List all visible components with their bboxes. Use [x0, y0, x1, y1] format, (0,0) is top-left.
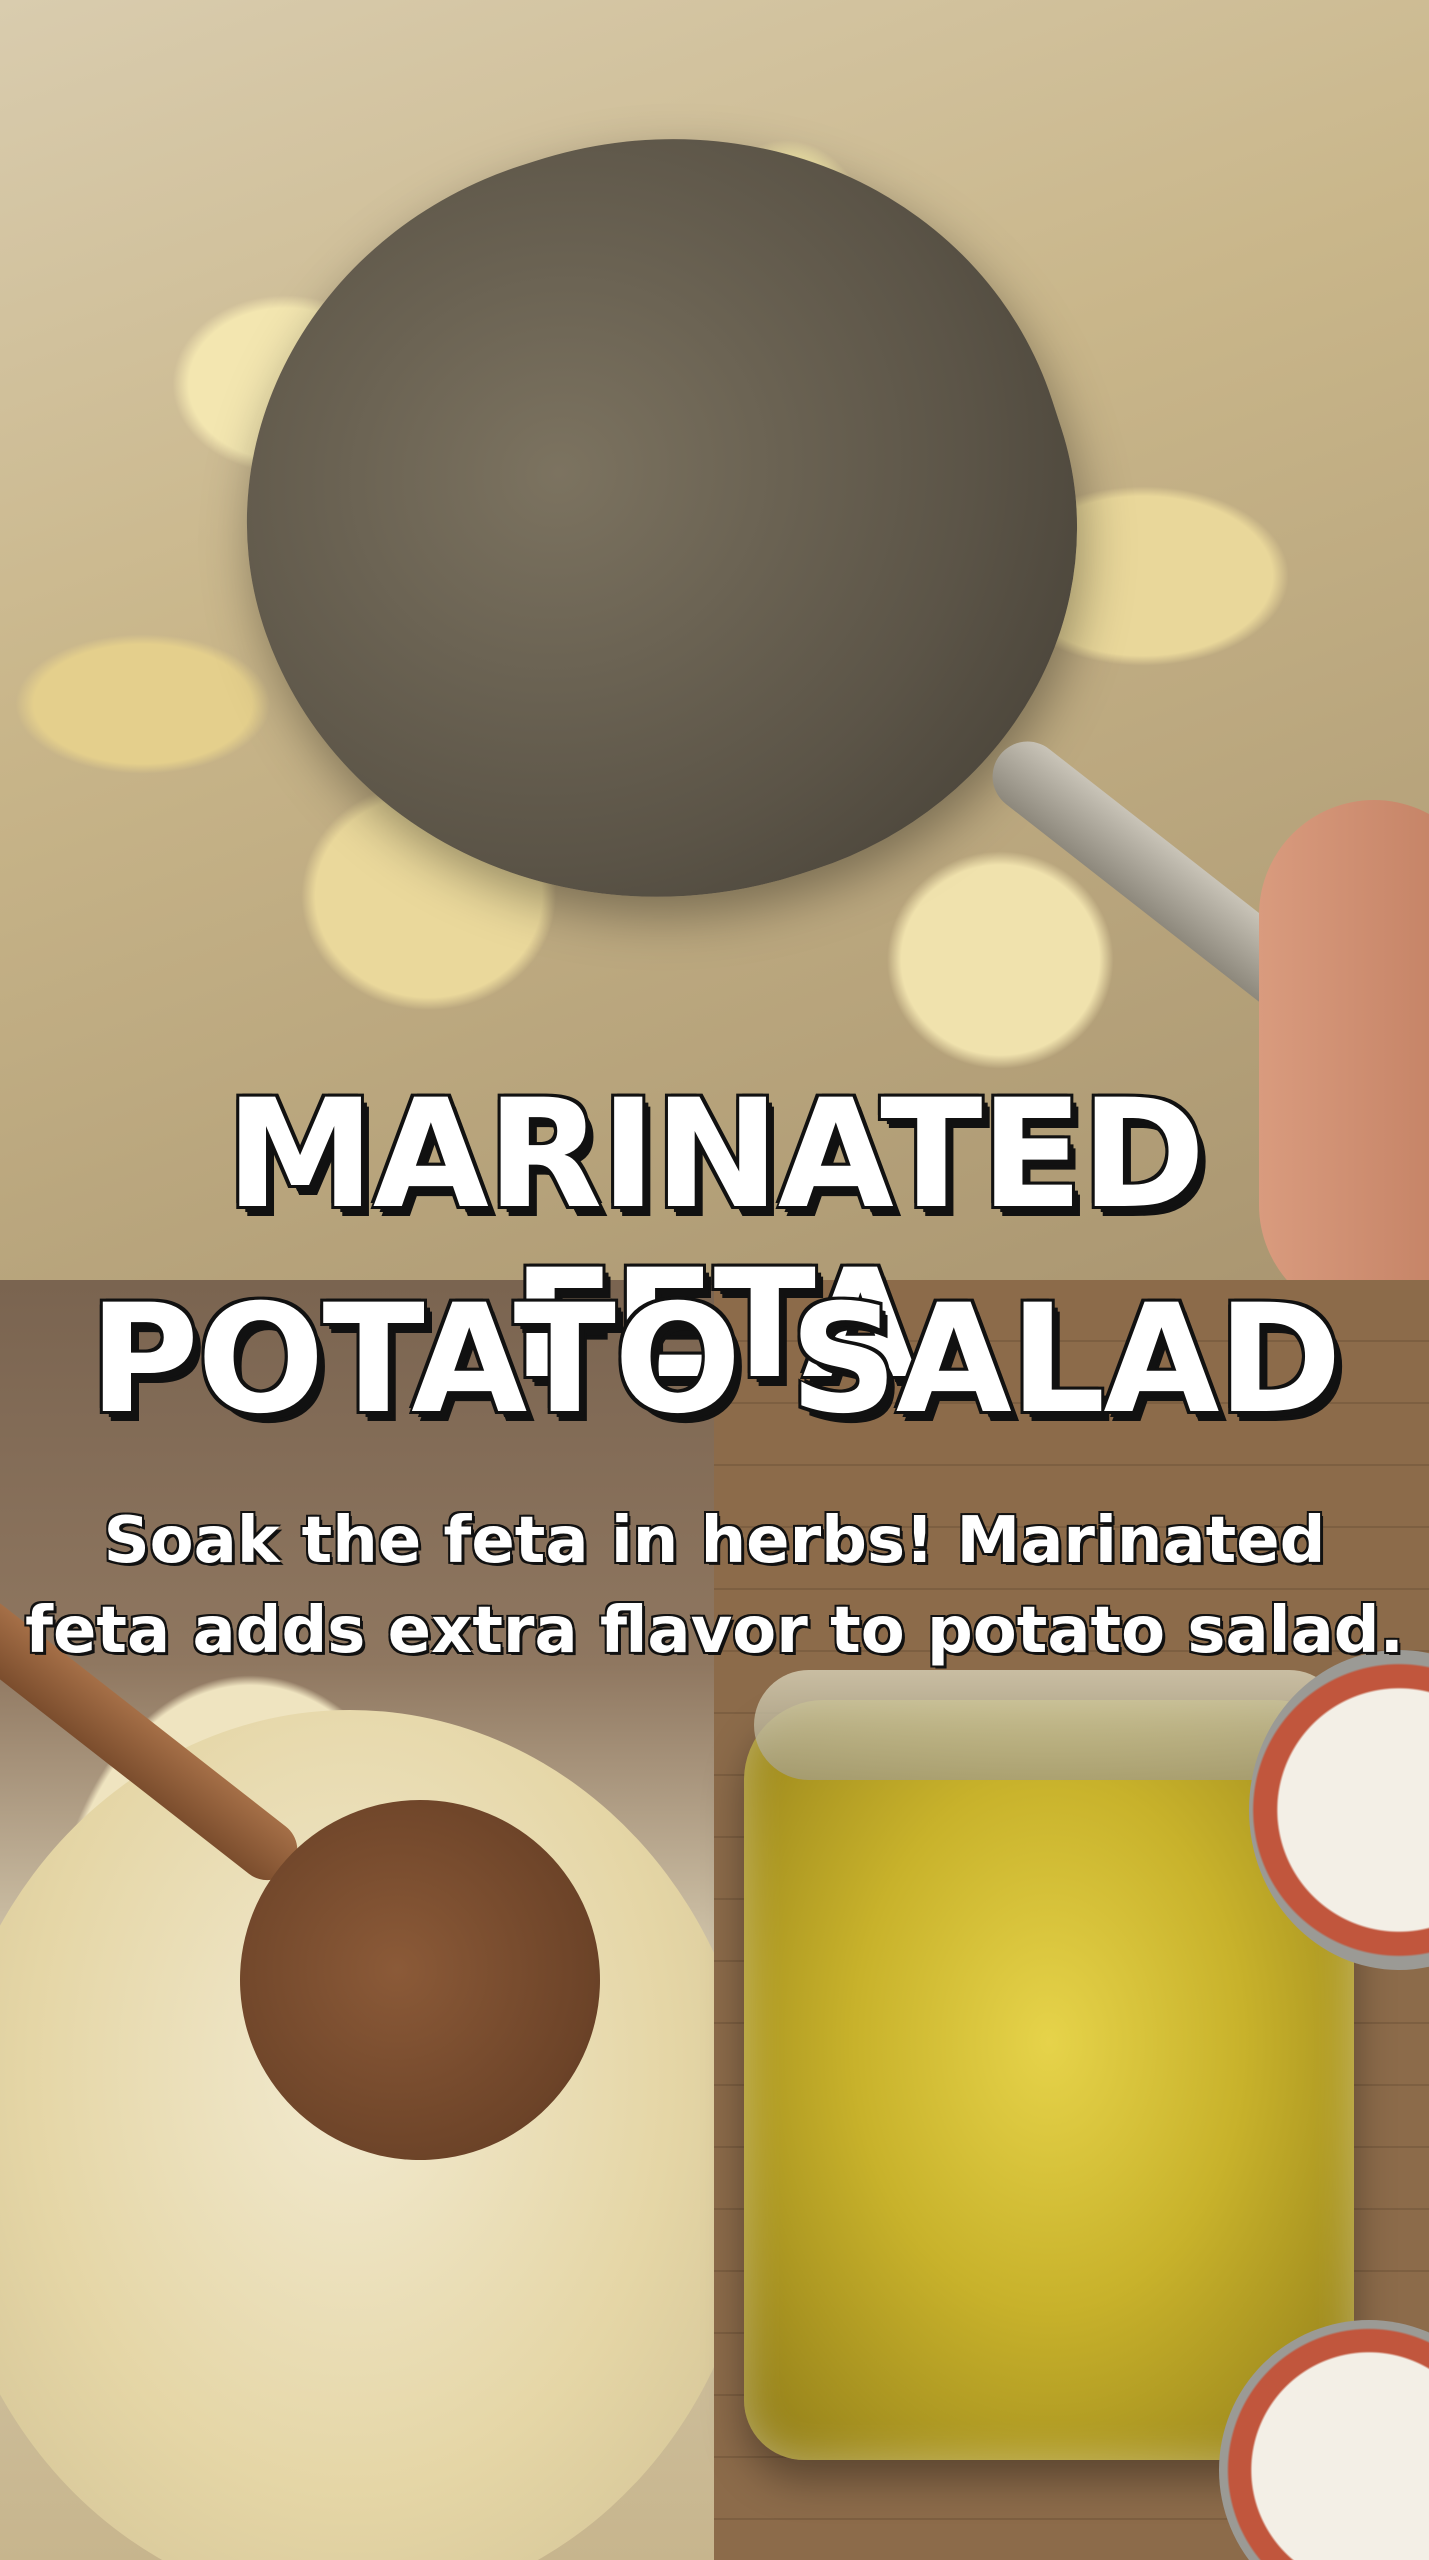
- subtitle-line-2: feta adds extra flavor to potato salad.: [25, 1594, 1404, 1668]
- recipe-pin: MARINATED FETA POTATO SALAD Soak the fet…: [0, 0, 1429, 2560]
- marinated-feta-jar-photo: [714, 1280, 1429, 2560]
- subtitle-line-1: Soak the feta in herbs! Marinated: [103, 1504, 1326, 1578]
- wooden-spoon-salad-photo: [0, 1280, 760, 2560]
- title-line-2: POTATO SALAD: [89, 1273, 1342, 1447]
- spoon-bowl: [152, 31, 1168, 1009]
